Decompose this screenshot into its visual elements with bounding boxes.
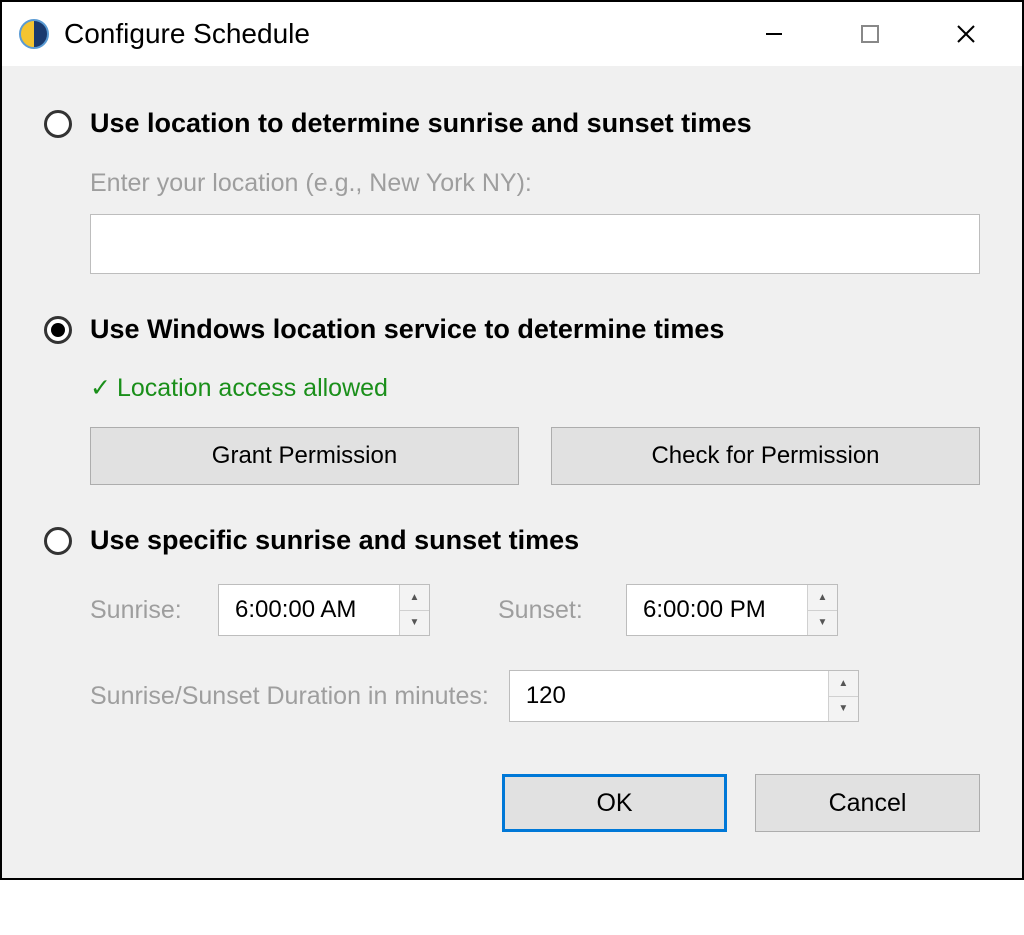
sunrise-label: Sunrise:	[90, 596, 200, 625]
sunrise-down-arrow[interactable]: ▼	[400, 610, 429, 636]
check-permission-button[interactable]: Check for Permission	[551, 427, 980, 485]
option-windows-location-body: ✓Location access allowed Grant Permissio…	[44, 373, 980, 485]
titlebar: Configure Schedule	[2, 2, 1022, 66]
duration-down-arrow[interactable]: ▼	[829, 696, 858, 722]
dialog-content: Use location to determine sunrise and su…	[2, 66, 1022, 878]
option-use-location-label: Use location to determine sunrise and su…	[90, 108, 752, 139]
sunset-down-arrow[interactable]: ▼	[808, 610, 837, 636]
checkmark-icon: ✓	[90, 374, 111, 402]
location-access-status: ✓Location access allowed	[90, 373, 980, 403]
sunset-time-value[interactable]: 6:00:00 PM	[627, 585, 807, 635]
dialog-footer: OK Cancel	[44, 774, 980, 832]
option-windows-location[interactable]: Use Windows location service to determin…	[44, 314, 980, 345]
minimize-button[interactable]	[726, 2, 822, 66]
window-title: Configure Schedule	[64, 18, 726, 50]
sunrise-time-value[interactable]: 6:00:00 AM	[219, 585, 399, 635]
app-icon	[18, 18, 50, 50]
radio-windows-location[interactable]	[44, 316, 72, 344]
location-input[interactable]	[90, 214, 980, 274]
configure-schedule-dialog: Configure Schedule Use location to deter…	[0, 0, 1024, 880]
grant-permission-button[interactable]: Grant Permission	[90, 427, 519, 485]
sunset-up-arrow[interactable]: ▲	[808, 585, 837, 610]
sunrise-up-arrow[interactable]: ▲	[400, 585, 429, 610]
window-control-buttons	[726, 2, 1014, 66]
duration-spinner[interactable]: 120 ▲ ▼	[509, 670, 859, 722]
sunrise-time-spinner[interactable]: 6:00:00 AM ▲ ▼	[218, 584, 430, 636]
option-specific-times[interactable]: Use specific sunrise and sunset times	[44, 525, 980, 556]
duration-value[interactable]: 120	[510, 671, 828, 721]
option-specific-times-body: Sunrise: 6:00:00 AM ▲ ▼ Sunset: 6:00:00 …	[44, 584, 980, 722]
sunset-label: Sunset:	[498, 596, 608, 625]
option-windows-location-label: Use Windows location service to determin…	[90, 314, 724, 345]
radio-specific-times[interactable]	[44, 527, 72, 555]
close-button[interactable]	[918, 2, 1014, 66]
location-field-label: Enter your location (e.g., New York NY):	[90, 169, 980, 198]
option-specific-times-label: Use specific sunrise and sunset times	[90, 525, 579, 556]
option-use-location[interactable]: Use location to determine sunrise and su…	[44, 108, 980, 139]
sunset-spinner-arrows: ▲ ▼	[807, 585, 837, 635]
cancel-button[interactable]: Cancel	[755, 774, 980, 832]
duration-label: Sunrise/Sunset Duration in minutes:	[90, 682, 489, 711]
sunset-time-spinner[interactable]: 6:00:00 PM ▲ ▼	[626, 584, 838, 636]
ok-button[interactable]: OK	[502, 774, 727, 832]
location-access-status-text: Location access allowed	[117, 374, 388, 402]
maximize-button[interactable]	[822, 2, 918, 66]
duration-up-arrow[interactable]: ▲	[829, 671, 858, 696]
radio-use-location[interactable]	[44, 110, 72, 138]
sunrise-spinner-arrows: ▲ ▼	[399, 585, 429, 635]
option-use-location-body: Enter your location (e.g., New York NY):	[44, 169, 980, 274]
